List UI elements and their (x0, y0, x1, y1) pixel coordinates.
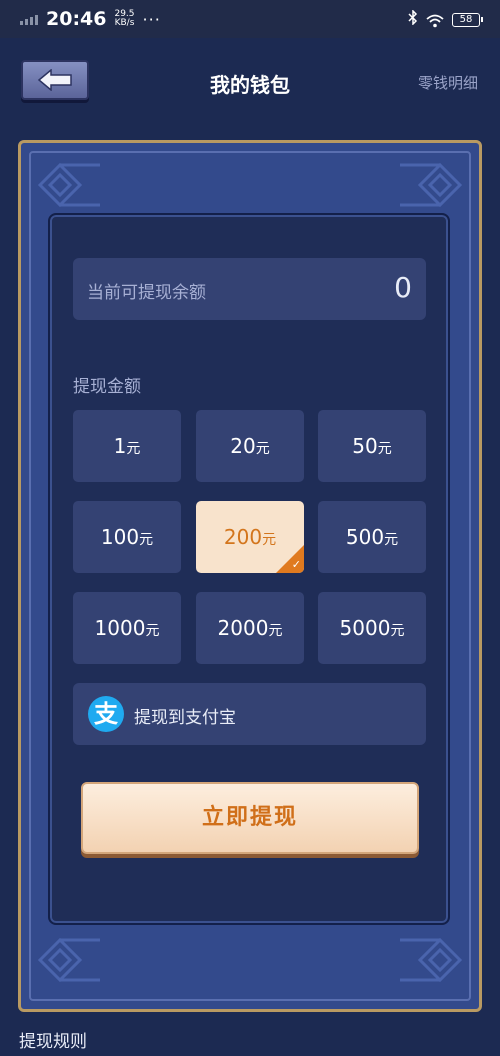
amount-value: 50 (352, 434, 378, 458)
network-speed: 29.5 KB/s (114, 10, 134, 28)
corner-ornament-icon (37, 162, 100, 208)
alipay-icon: 支 (88, 696, 124, 732)
amount-option-50[interactable]: 50元 (318, 410, 426, 482)
change-details-link[interactable]: 零钱明细 (418, 72, 478, 93)
amount-unit: 元 (139, 532, 154, 548)
amount-unit: 元 (384, 532, 399, 548)
amount-unit: 元 (377, 441, 392, 457)
status-time: 20:46 (46, 8, 107, 30)
amount-unit: 元 (262, 532, 277, 548)
wifi-icon (426, 13, 444, 27)
balance-label: 当前可提现余额 (87, 283, 206, 303)
amount-section-label: 提现金额 (73, 377, 141, 397)
amount-option-1[interactable]: 1元 (73, 410, 181, 482)
checkmark-icon: ✓ (291, 558, 301, 571)
withdraw-button[interactable]: 立即提现 (81, 782, 419, 854)
amount-value: 5000 (339, 616, 391, 640)
amount-option-2000[interactable]: 2000元 (196, 592, 304, 664)
amount-option-5000[interactable]: 5000元 (318, 592, 426, 664)
amount-value: 100 (100, 525, 140, 549)
network-speed-unit: KB/s (114, 18, 135, 28)
amount-value: 20 (230, 434, 256, 458)
balance-card: 当前可提现余额 0 (73, 258, 426, 320)
amount-unit: 元 (390, 623, 405, 639)
bluetooth-icon (408, 9, 418, 29)
amount-value: 1000 (94, 616, 146, 640)
amount-option-20[interactable]: 20元 (196, 410, 304, 482)
amount-unit: 元 (268, 623, 283, 639)
amount-option-500[interactable]: 500元 (318, 501, 426, 573)
amount-value: 200 (223, 525, 263, 549)
status-bar: 20:46 29.5 KB/s ··· 58 (0, 0, 500, 38)
alipay-label: 提现到支付宝 (134, 708, 236, 728)
header: 我的钱包 零钱明细 (0, 38, 500, 128)
amount-unit: 元 (145, 623, 160, 639)
alipay-option[interactable]: 支 提现到支付宝 (73, 683, 426, 745)
amount-option-100[interactable]: 100元 (73, 501, 181, 573)
rules-title: 提现规则 (19, 1032, 87, 1052)
amount-option-200[interactable]: 200元 ✓ (196, 501, 304, 573)
balance-value: 0 (394, 271, 412, 304)
amount-unit: 元 (255, 441, 270, 457)
more-notifications-icon: ··· (142, 9, 161, 29)
signal-icon (20, 13, 38, 25)
amount-value: 1 (113, 434, 127, 458)
amount-unit: 元 (126, 441, 141, 457)
amount-value: 2000 (217, 616, 269, 640)
corner-ornament-icon (400, 162, 463, 208)
battery-icon: 58 (452, 12, 483, 27)
amount-value: 500 (345, 525, 385, 549)
amount-option-1000[interactable]: 1000元 (73, 592, 181, 664)
corner-ornament-icon (37, 937, 100, 983)
corner-ornament-icon (400, 937, 463, 983)
